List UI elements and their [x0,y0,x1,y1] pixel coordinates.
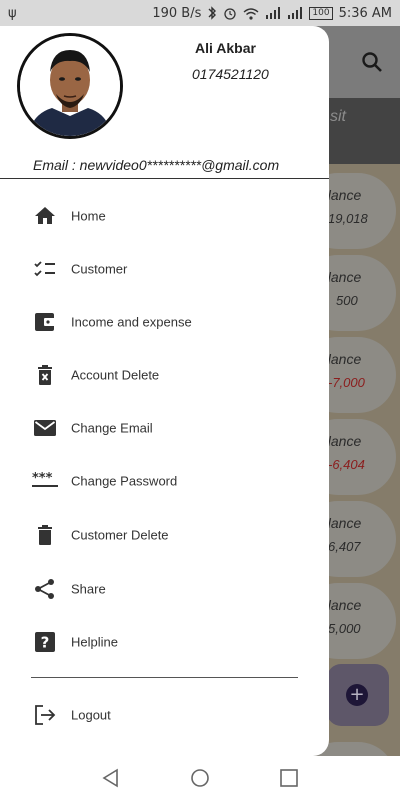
menu-label: Account Delete [71,367,160,382]
menu-item-change-email[interactable]: Change Email [0,401,329,454]
menu-label: Logout [71,707,111,722]
menu-item-customer-delete[interactable]: Customer Delete [0,508,329,561]
add-fab-button[interactable]: + [327,664,389,726]
menu-label: Home [71,208,106,223]
wifi-icon [243,7,259,20]
battery-icon: 100 [309,6,333,20]
card-value: 5,000 [328,621,361,636]
menu-label: Change Password [71,473,178,488]
menu-item-logout[interactable]: Logout [0,688,329,741]
menu-label: Customer Delete [71,527,169,542]
back-icon[interactable] [100,767,122,789]
menu-item-account-delete[interactable]: Account Delete [0,348,329,401]
network-speed: 190 B/s [152,5,202,21]
menu-item-home[interactable]: Home [0,189,329,242]
home-icon [32,203,58,229]
status-bar: ψ 190 B/s 100 5:36 AM [0,0,400,26]
help-icon: ? [32,629,58,655]
signal-icon-2 [288,7,303,19]
menu-label: Helpline [71,634,118,649]
menu-label: Change Email [71,420,153,435]
tab-label[interactable]: sit [330,108,346,126]
add-icon: + [346,684,368,706]
menu-item-share[interactable]: Share [0,562,329,615]
user-email: Email : newvideo0**********@gmail.com [33,157,280,173]
checklist-icon [32,256,58,282]
card-value: 500 [336,293,358,308]
header-divider [0,178,329,179]
profile-photo [20,36,120,136]
user-name: Ali Akbar [195,40,256,56]
logout-icon [32,702,58,728]
usb-icon: ψ [8,5,17,21]
menu-item-helpline[interactable]: ? Helpline [0,615,329,668]
email-icon [32,415,58,441]
share-icon [32,576,58,602]
system-nav-bar [0,756,400,800]
wallet-icon [32,309,58,335]
bluetooth-icon [208,6,217,20]
menu-divider [31,677,298,678]
password-icon: *** [32,468,58,494]
status-right: 190 B/s 100 5:36 AM [152,6,392,21]
svg-text:***: *** [32,471,53,486]
signal-icon [266,7,281,19]
screen: ψ 190 B/s 100 5:36 AM sit alance 19,018 … [0,0,400,800]
card-value: -6,404 [328,457,365,472]
menu-item-customer[interactable]: Customer [0,242,329,295]
menu-item-income-expense[interactable]: Income and expense [0,295,329,348]
home-nav-icon[interactable] [189,767,211,789]
menu-label: Share [71,581,106,596]
alarm-icon [224,8,237,20]
svg-text:?: ? [41,633,50,651]
menu-item-change-password[interactable]: *** Change Password [0,454,329,507]
navigation-drawer: Ali Akbar 0174521120 Email : newvideo0**… [0,26,329,756]
trash-icon [32,522,58,548]
avatar[interactable] [17,33,123,139]
clock: 5:36 AM [338,5,392,21]
menu-label: Income and expense [71,314,192,329]
menu-label: Customer [71,261,128,276]
search-icon[interactable] [360,50,384,74]
card-value: 19,018 [328,211,368,226]
card-value: -7,000 [328,375,365,390]
delete-forever-icon [32,362,58,388]
card-value: 6,407 [328,539,361,554]
user-phone: 0174521120 [192,66,269,82]
recents-icon[interactable] [278,767,300,789]
